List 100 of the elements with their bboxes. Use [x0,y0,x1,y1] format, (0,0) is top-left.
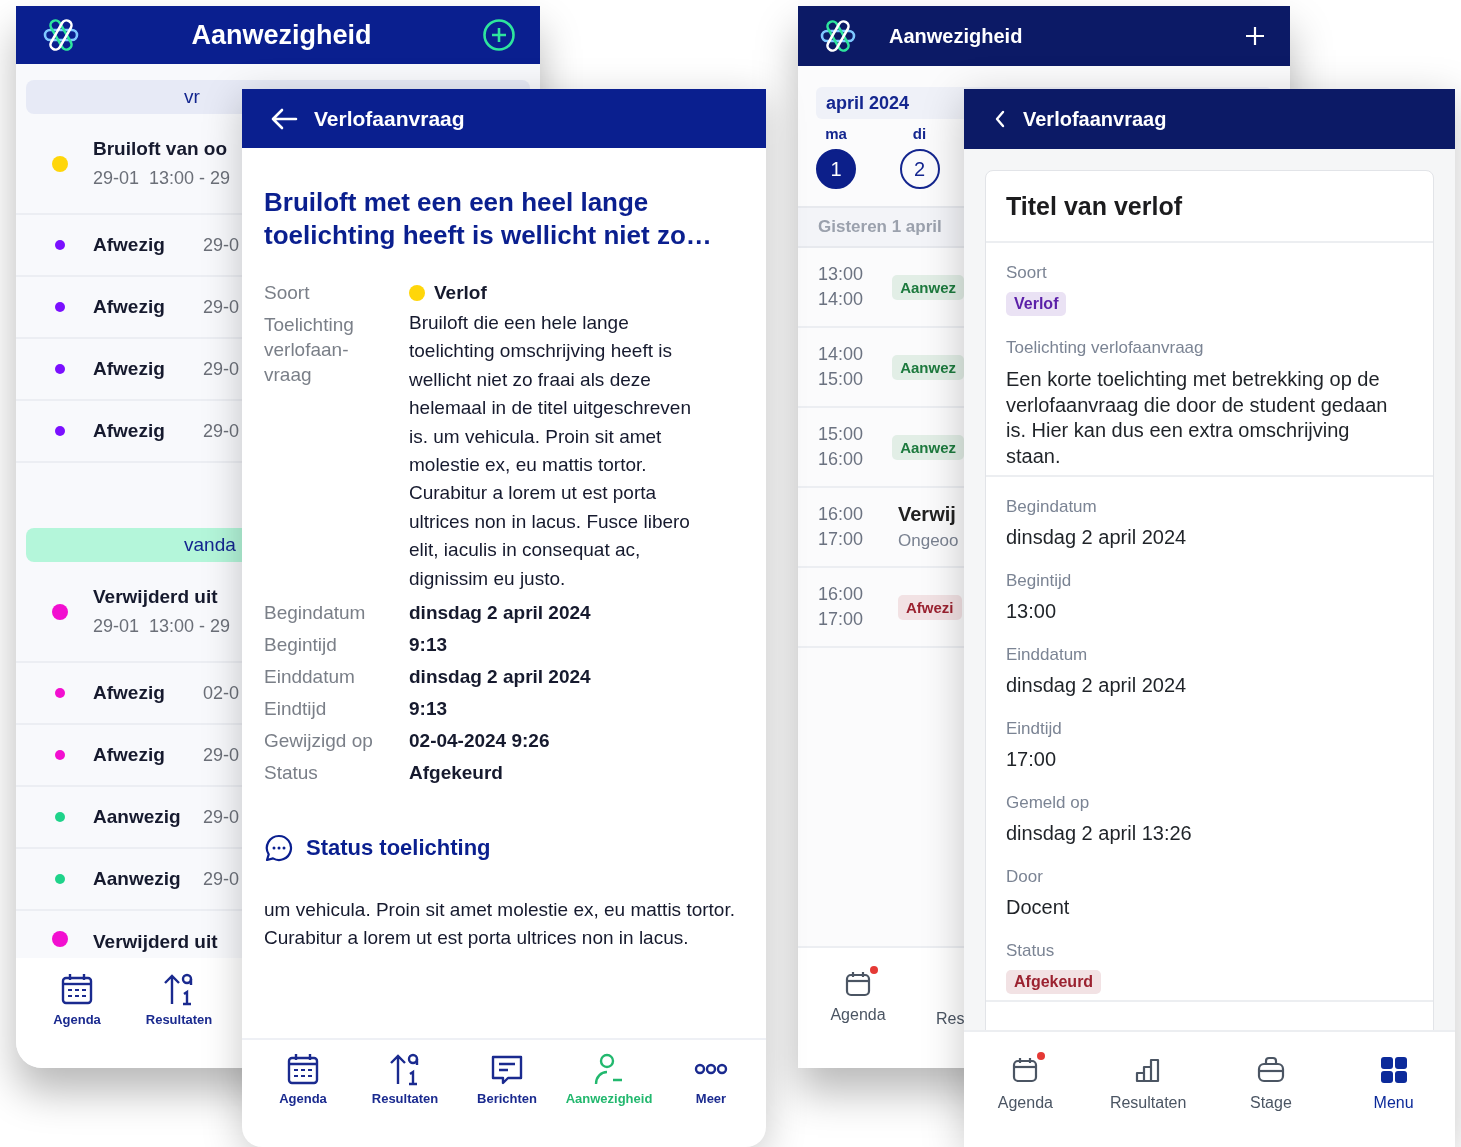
date-text: 29-0 [203,296,240,318]
day-picker[interactable]: di 2 [885,125,954,189]
status-label: Afwezig [93,296,166,318]
start-time: 16:00 [818,583,865,606]
calendar-icon [844,970,872,998]
field-value: 9:13 [409,633,449,658]
day-picker[interactable]: ma 1 [816,125,856,189]
lesson-row[interactable]: 13:00 14:00 Aanwez [798,248,964,328]
field-value: 13:00 [1006,600,1057,623]
end-time: 16:00 [818,448,865,471]
event-time: 29-01 13:00 - 29 [93,616,231,637]
status-label: Afwezig [93,234,166,256]
back-arrow-icon[interactable] [270,106,298,131]
add-icon[interactable] [482,18,516,52]
status-tag: Aanwez [892,354,964,380]
event-title: Verwijderd uit [93,586,219,608]
field-value: dinsdag 2 april 13:26 [1006,822,1192,845]
status-note: um vehicula. Proin sit amet molestie ex, eu mattis tortor. Curabitur a lorem ut est porta ultrices non in lacus. [264,898,736,951]
day-number: 2 [899,149,940,189]
date-text: 29-0 [203,234,240,256]
field-label: Einddatum [264,665,356,690]
end-time: 14:00 [818,288,865,311]
field-value: 9:13 [409,697,449,722]
nav-tab[interactable]: Berichten [456,1040,558,1147]
end-time: 17:00 [818,608,865,631]
nav-tab[interactable]: Resultaten [354,1040,456,1147]
date-text: 29-0 [203,868,240,890]
field-value: 17:00 [1006,748,1057,771]
field-label: Einddatum [1006,645,1088,665]
nav-tab[interactable]: Agenda [798,948,918,1024]
field-label: Eindtijd [1006,719,1062,739]
screen-title: Aanwezigheid [190,19,373,51]
nav-tab[interactable]: Meer [660,1040,762,1147]
field-label: Soort [264,281,311,305]
event-title: Verwijderd uit [93,931,218,953]
status-tag: Aanwez [892,434,964,460]
status-label: Afwezig [93,682,166,704]
field-label: Toelichting verlofaan-vraag [264,313,355,387]
lesson-title: Verwij [898,503,957,526]
request-title: Bruiloft met een een heel lange toelichting heeft is wellicht niet zo… [264,186,713,252]
start-time: 14:00 [818,343,865,366]
status-tag: Verlof [1006,292,1067,316]
back-chevron-icon[interactable] [994,110,1006,128]
nav-tab[interactable]: Stage [1209,1032,1333,1147]
weekday-label: ma [825,125,847,142]
field-label: Begindatum [264,601,367,626]
field-label: Begintijd [264,633,338,658]
lesson-row[interactable]: 14:00 15:00 Aanwez [798,328,964,408]
field-value: Een korte toelichting met betrekking op de verlofaanvraag die door de student gedaan is. Hier kan dus een extra omschrijving staan. [1006,367,1389,469]
status-label: Afwezig [93,358,166,380]
field-value: dinsdag 2 april 2024 [1006,674,1187,697]
lesson-subtitle: Ongeoo [898,531,959,551]
status-label: Afwezig [93,420,166,442]
field-label: Door [1006,867,1043,887]
nav-tab[interactable]: Agenda [252,1040,354,1147]
start-time: 15:00 [818,423,865,446]
nav-tab[interactable]: Menu [1332,1032,1455,1147]
chat-icon [264,833,294,864]
field-value: dinsdag 2 april 2024 [409,601,592,626]
field-label: Status [264,761,319,786]
field-value: Afgekeurd [409,761,504,786]
screen-title: Aanwezigheid [889,24,1024,48]
field-label: Soort [1006,263,1047,283]
nav-tab[interactable]: Resultaten [1086,1032,1210,1147]
grid-icon [1379,1056,1408,1084]
nav-tab[interactable]: Agenda [26,958,128,1068]
field-value: Verlof [434,281,487,305]
status-label: Aanwezig [93,806,182,828]
card-title: Titel van verlof [986,171,1433,243]
field-label: Gemeld op [1006,793,1090,813]
lesson-row[interactable]: 16:00 17:00 Afwezi [798,568,964,648]
nav-tab[interactable]: Agenda [964,1032,1087,1147]
status-tag: Afwezi [898,594,962,620]
calendar-icon [286,1052,320,1086]
status-tag: Afgekeurd [1006,970,1102,994]
field-label: Gewijzigd op [264,729,374,754]
field-value: dinsdag 2 april 2024 [409,665,592,690]
event-title: Bruiloft van oo [93,138,229,160]
section-heading: Status toelichting [306,835,491,862]
status-tag: Aanwez [892,274,964,300]
date-text: 29-0 [203,806,240,828]
field-value: dinsdag 2 april 2024 [1006,526,1187,549]
event-time: 29-01 13:00 - 29 [93,168,231,189]
field-label: Toelichting verlofaanvraag [1006,338,1204,358]
field-value: 02-04-2024 9:26 [409,729,551,754]
nav-tab[interactable]: Resultaten [128,958,230,1068]
field-value: Docent [1006,896,1070,919]
status-label: Aanwezig [93,868,182,890]
briefcase-icon [1256,1056,1285,1084]
field-label: Eindtijd [264,697,328,722]
status-label: Afwezig [93,744,166,766]
date-text: 02-0 [203,682,240,704]
day-number: 1 [816,149,856,189]
field-label: Begindatum [1006,497,1097,517]
nav-tab[interactable]: Res [936,948,965,1028]
calendar-icon [1011,1056,1040,1084]
end-time: 15:00 [818,368,865,391]
lesson-row[interactable]: 15:00 16:00 Aanwez [798,408,964,488]
weekday-label: di [912,125,927,142]
field-label: Begintijd [1006,571,1072,591]
